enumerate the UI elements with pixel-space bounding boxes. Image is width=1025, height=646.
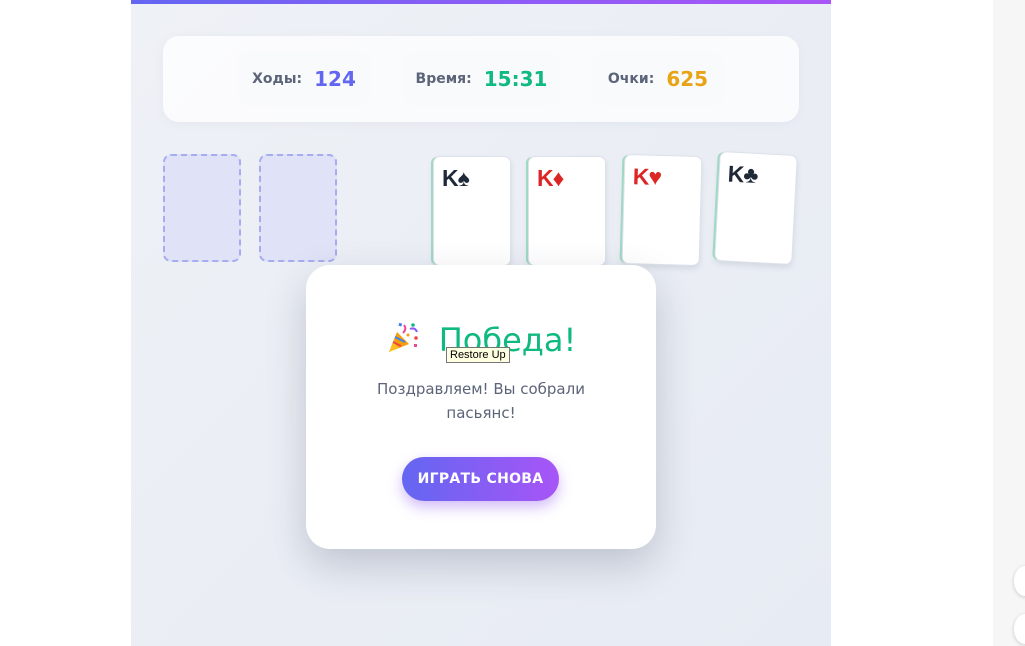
waste-pile-slot[interactable] <box>259 154 337 262</box>
score-value: 625 <box>666 67 709 91</box>
top-accent-strip <box>131 0 831 4</box>
victory-message: Поздравляем! Вы собрали пасьянс! <box>377 380 585 422</box>
diamond-icon: ♦ <box>552 165 565 191</box>
foundation-card-spades[interactable]: K♠ <box>433 156 511 266</box>
stats-bar: Ходы: 124 Время: 15:31 Очки: 625 <box>163 36 799 122</box>
foundation-card-diamonds[interactable]: K♦ <box>528 156 606 266</box>
party-popper-icon <box>386 321 420 359</box>
play-again-button[interactable]: ИГРАТЬ СНОВА <box>402 457 559 501</box>
score-stat: Очки: 625 <box>592 52 724 106</box>
card-rank-hearts: K♥ <box>632 163 662 190</box>
moves-value: 124 <box>314 67 356 91</box>
moves-stat: Ходы: 124 <box>237 52 371 106</box>
club-icon: ♣ <box>742 161 759 189</box>
time-value: 15:31 <box>483 67 548 91</box>
heart-icon: ♥ <box>648 163 662 190</box>
score-label: Очки: <box>607 71 655 87</box>
stock-pile-slot[interactable] <box>163 154 241 262</box>
foundation-card-clubs[interactable]: K♣ <box>714 151 798 265</box>
foundation-card-hearts[interactable]: K♥ <box>621 153 703 267</box>
tooltip: Restore Up <box>446 347 510 363</box>
moves-label: Ходы: <box>252 71 303 87</box>
card-rank-diamonds: K♦ <box>537 165 565 191</box>
victory-dialog: Победа! Поздравляем! Вы собрали пасьянс!… <box>306 265 656 549</box>
spade-icon: ♠ <box>457 165 470 191</box>
page-side-area <box>993 0 1025 646</box>
time-label: Время: <box>415 71 472 87</box>
card-rank-clubs: K♣ <box>727 160 759 189</box>
card-rank-spades: K♠ <box>442 165 470 191</box>
time-stat: Время: 15:31 <box>403 52 560 106</box>
